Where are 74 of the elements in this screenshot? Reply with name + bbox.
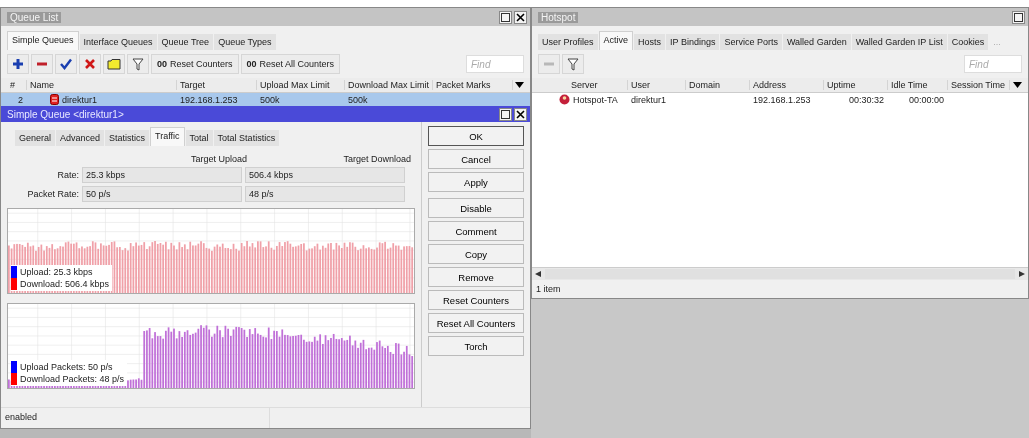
readonly-field: 25.3 kbps (82, 167, 242, 183)
tab[interactable]: Hosts (634, 34, 666, 50)
tab[interactable]: Walled Garden (782, 34, 851, 50)
window-title: Queue List (7, 11, 62, 23)
tab[interactable]: Active (598, 31, 634, 50)
dialog-button[interactable]: OK (428, 126, 524, 146)
dialog-button[interactable]: Reset Counters (428, 290, 524, 310)
field-label: Packet Rate: (26, 189, 79, 199)
tab[interactable]: Total Statistics (213, 130, 280, 146)
dialog-button[interactable]: Remove (428, 267, 524, 287)
column-header[interactable]: Uptime (824, 80, 888, 90)
tab[interactable]: Queue Types (214, 34, 276, 50)
reset-counters-button[interactable]: 00 Reset All Counters (240, 54, 341, 74)
table-cell-text: 500k (347, 94, 369, 105)
table-cell-text: direktur1 (630, 94, 667, 105)
tab[interactable]: Total (185, 130, 213, 146)
tab[interactable]: User Profiles (538, 34, 598, 50)
field-label: Rate: (56, 170, 79, 180)
table-cell-text: 00:30:32 (847, 94, 885, 105)
window-title: Hotspot (538, 11, 579, 23)
tab[interactable]: Interface Queues (79, 34, 157, 50)
column-header[interactable]: Server (568, 80, 628, 90)
column-header[interactable]: User (628, 80, 686, 90)
column-header[interactable]: Upload Max Limit (257, 80, 345, 90)
table-cell-text: 192.168.1.253 (752, 94, 812, 105)
dialog-button[interactable]: Torch (428, 336, 524, 356)
column-label: Target Download (342, 154, 412, 164)
dialog-button[interactable]: Reset All Counters (428, 313, 524, 333)
legend-label: Upload: 25.3 kbps (20, 266, 93, 278)
tab[interactable]: Traffic (150, 127, 185, 146)
readonly-field: 48 p/s (245, 186, 405, 202)
tab[interactable]: Advanced (56, 130, 105, 146)
find-field[interactable]: Find (964, 55, 1022, 73)
table-cell-text: direktur1 (61, 94, 98, 105)
dialog-title: Simple Queue <direktur1> (7, 108, 124, 120)
find-field[interactable]: Find (466, 55, 524, 73)
tab[interactable]: Cookies (947, 34, 989, 50)
dialog-button[interactable]: Disable (428, 198, 524, 218)
tab[interactable]: Statistics (105, 130, 150, 146)
legend-label: Download: 506.4 kbps (20, 278, 110, 290)
readonly-field: 506.4 kbps (245, 167, 405, 183)
tab[interactable]: Walled Garden IP List (851, 34, 947, 50)
tab[interactable]: Queue Tree (157, 34, 214, 50)
column-header[interactable]: Target (177, 80, 257, 90)
legend-label: Upload Packets: 50 p/s (20, 361, 113, 373)
status-text: 1 item (536, 284, 561, 294)
table-cell-text: 00:00:00 (907, 94, 945, 105)
column-header[interactable]: Address (750, 80, 824, 90)
table-cell-text: 2 (17, 94, 24, 105)
reset-counters-button[interactable]: 00 Reset Counters (151, 54, 239, 74)
dialog-button[interactable]: Copy (428, 244, 524, 264)
status-text: enabled (1, 408, 270, 428)
column-header[interactable]: # (7, 80, 27, 90)
table-cell-text: 500k (259, 94, 281, 105)
tab[interactable]: Simple Queues (7, 31, 79, 50)
dialog-button[interactable]: Apply (428, 172, 524, 192)
column-header[interactable]: Download Max Limit (345, 80, 433, 90)
readonly-field: 50 p/s (82, 186, 242, 202)
table-row[interactable]: 2 direktur1 192.168.1.253 500k 500k (1, 93, 530, 106)
legend-label: Download Packets: 48 p/s (20, 373, 125, 385)
tab[interactable]: IP Bindings (666, 34, 720, 50)
table-cell: Hotspot-TA (556, 94, 628, 105)
dialog-button[interactable]: Comment (428, 221, 524, 241)
table-row[interactable]: Hotspot-TA direktur1 192.168.1.253 00:30:32 00:00:00 (532, 93, 1028, 106)
column-header[interactable]: Idle Time (888, 80, 948, 90)
column-header[interactable]: Domain (686, 80, 750, 90)
column-header[interactable]: Packet Marks (433, 80, 513, 90)
dialog-button[interactable]: Cancel (428, 149, 524, 169)
table-cell-text: 192.168.1.253 (179, 94, 239, 105)
tab[interactable]: Service Ports (720, 34, 782, 50)
column-header[interactable]: Session Time (948, 80, 1010, 90)
column-header[interactable]: Name (27, 80, 177, 90)
tab[interactable]: General (15, 130, 56, 146)
column-label: Target Upload (189, 154, 248, 164)
